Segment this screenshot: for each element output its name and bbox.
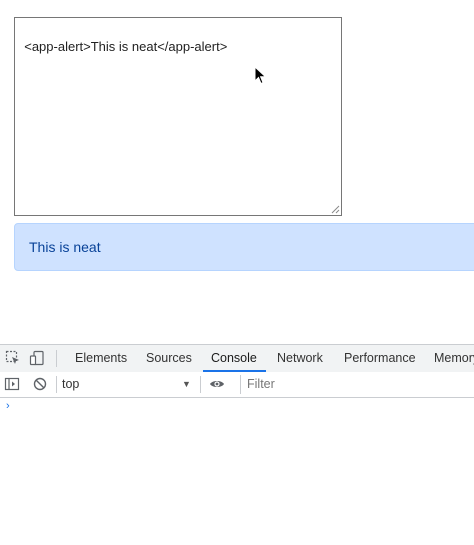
devtools-tabbar: Elements Sources Console Network Perform… bbox=[0, 344, 474, 373]
alert-text: This is neat bbox=[29, 239, 101, 255]
context-value: top bbox=[62, 377, 80, 391]
show-console-sidebar-icon[interactable] bbox=[4, 376, 20, 392]
editor-content: <app-alert>This is neat</app-alert> bbox=[24, 39, 228, 54]
tabbar-divider bbox=[56, 350, 57, 367]
tab-sources[interactable]: Sources bbox=[146, 345, 192, 372]
tab-console[interactable]: Console bbox=[211, 345, 257, 372]
console-prompt[interactable]: › bbox=[6, 400, 10, 412]
toolbar-divider bbox=[56, 376, 57, 393]
app-alert: This is neat bbox=[14, 223, 474, 271]
html-editor-textarea[interactable]: <app-alert>This is neat</app-alert> bbox=[14, 17, 342, 216]
eye-icon[interactable] bbox=[209, 376, 225, 392]
clear-console-icon[interactable] bbox=[32, 376, 48, 392]
tab-memory[interactable]: Memory bbox=[434, 345, 474, 372]
device-toolbar-icon[interactable] bbox=[29, 350, 45, 366]
devtools-panel: Elements Sources Console Network Perform… bbox=[0, 344, 474, 545]
mouse-pointer-icon bbox=[254, 66, 267, 85]
tab-elements[interactable]: Elements bbox=[75, 345, 127, 372]
inspect-element-icon[interactable] bbox=[5, 350, 21, 366]
dropdown-triangle-icon: ▼ bbox=[182, 379, 191, 389]
tab-network[interactable]: Network bbox=[277, 345, 323, 372]
context-selector[interactable]: top bbox=[62, 372, 196, 397]
console-toolbar: top ▼ bbox=[0, 372, 474, 398]
resize-grip-icon[interactable] bbox=[331, 205, 340, 214]
tab-performance[interactable]: Performance bbox=[344, 345, 416, 372]
toolbar-divider bbox=[200, 376, 201, 393]
console-filter-input[interactable] bbox=[240, 375, 474, 394]
